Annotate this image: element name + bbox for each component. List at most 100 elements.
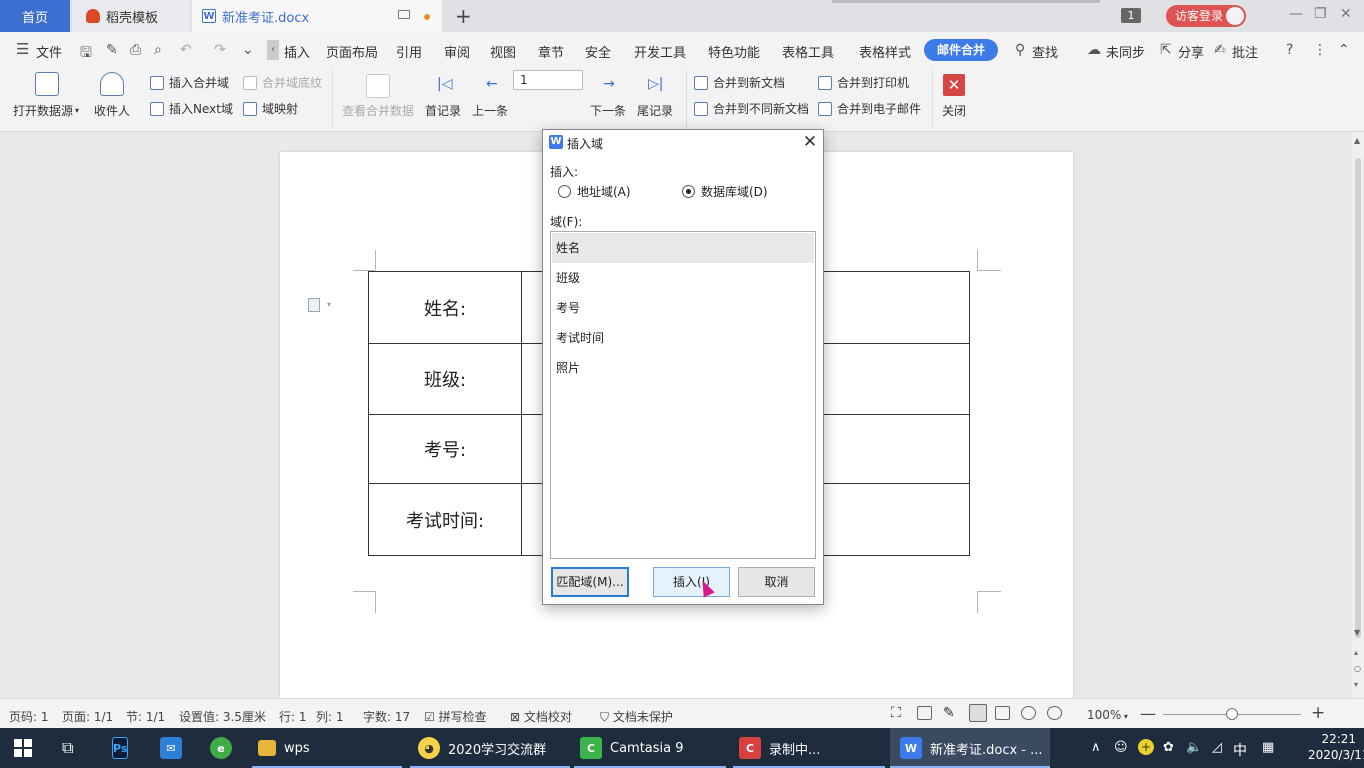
cancel-button[interactable]: 取消 <box>738 567 815 597</box>
recipients-button[interactable]: 收件人 <box>94 102 130 119</box>
scroll-left-icon[interactable]: ‹ <box>267 40 279 60</box>
next-record-button[interactable]: 下一条 <box>590 102 626 119</box>
open-data-source-icon[interactable] <box>35 72 59 96</box>
status-row[interactable]: 行: 1 <box>279 708 307 725</box>
address-field-radio[interactable]: 地址域(A) <box>558 183 631 200</box>
menu-insert[interactable]: 插入 <box>284 42 310 61</box>
zoom-level[interactable]: 100% ▾ <box>1087 708 1128 722</box>
list-item[interactable]: 照片 <box>552 353 814 383</box>
scroll-down-icon[interactable]: ▼ <box>1354 628 1360 637</box>
qq-group-taskbar-button[interactable]: ◕ 2020学习交流群 <box>410 728 570 768</box>
dialog-close-icon[interactable]: ✕ <box>800 132 820 152</box>
wps-document-taskbar-button[interactable]: W 新准考证.docx - ... <box>890 728 1050 768</box>
tab-home[interactable]: 首页 <box>0 0 70 32</box>
prev-page-icon[interactable]: ▴ <box>1354 648 1358 657</box>
undo-icon[interactable]: ↶ <box>180 42 192 58</box>
table-cell-label[interactable]: 考试时间: <box>369 484 522 555</box>
scroll-up-icon[interactable]: ▲ <box>1354 136 1360 145</box>
new-tab-icon[interactable]: + <box>455 4 472 28</box>
table-cell-label[interactable]: 班级: <box>369 344 522 414</box>
search-button[interactable]: 查找 <box>1032 42 1058 61</box>
table-cell-label[interactable]: 考号: <box>369 415 522 483</box>
menu-special[interactable]: 特色功能 <box>708 42 760 61</box>
status-section[interactable]: 节: 1/1 <box>126 708 165 725</box>
list-item[interactable]: 班级 <box>552 263 814 293</box>
share-icon[interactable]: ⇱ <box>1160 42 1172 58</box>
close-window-icon[interactable]: ✕ <box>1340 6 1352 22</box>
record-number-input[interactable]: 1 <box>513 70 583 90</box>
insert-button[interactable]: 插入(I) <box>653 567 730 597</box>
print-preview-icon[interactable]: ⌕ <box>154 42 162 58</box>
insert-merge-field-button[interactable]: 插入合并域 <box>150 74 229 91</box>
status-words[interactable]: 字数: 17 <box>363 708 410 725</box>
list-item[interactable]: 考试时间 <box>552 323 814 353</box>
print-icon[interactable]: ⎙ <box>130 42 141 58</box>
app-tray-icon[interactable]: ✿ <box>1163 740 1174 755</box>
menu-developer[interactable]: 开发工具 <box>634 42 686 61</box>
share-button[interactable]: 分享 <box>1178 42 1204 61</box>
status-col[interactable]: 列: 1 <box>316 708 344 725</box>
status-setting[interactable]: 设置值: 3.5厘米 <box>179 708 266 725</box>
first-record-button[interactable]: 首记录 <box>425 102 461 119</box>
paragraph-layout-icon[interactable] <box>308 298 320 312</box>
status-pages[interactable]: 页面: 1/1 <box>62 708 113 725</box>
last-record-icon[interactable]: ▷| <box>648 76 663 92</box>
scrollbar-thumb[interactable] <box>1355 158 1361 638</box>
tray-expand-icon[interactable]: ∧ <box>1091 740 1101 755</box>
field-mapping-button[interactable]: 域映射 <box>243 100 298 117</box>
match-fields-button[interactable]: 匹配域(M)... <box>551 567 629 597</box>
dialog-title-bar[interactable]: W 插入域 ✕ <box>543 130 823 154</box>
reading-mode-icon[interactable] <box>917 706 932 720</box>
customize-dropdown-icon[interactable]: ⌄ <box>242 42 254 58</box>
field-listbox[interactable]: 姓名 班级 考号 考试时间 照片 <box>550 231 816 559</box>
prev-record-icon[interactable]: ← <box>486 76 498 92</box>
comment-button[interactable]: 批注 <box>1232 42 1258 61</box>
input-mode-icon[interactable]: ▦ <box>1262 740 1274 755</box>
browser-taskbar-button[interactable]: e <box>210 728 240 768</box>
windows-start-icon[interactable] <box>14 739 32 757</box>
menu-mail-merge[interactable]: 邮件合并 <box>924 39 998 61</box>
menu-security[interactable]: 安全 <box>585 42 611 61</box>
status-page-number[interactable]: 页码: 1 <box>9 708 49 725</box>
protect-button[interactable]: ⛉ 文档未保护 <box>600 708 673 725</box>
close-mail-merge-icon[interactable]: ✕ <box>943 74 965 96</box>
hamburger-icon[interactable]: ☰ <box>16 40 29 58</box>
ime-indicator[interactable]: 中 <box>1233 740 1247 760</box>
menu-table-tools[interactable]: 表格工具 <box>782 42 834 61</box>
merge-field-shading-button[interactable]: 合并域底纹 <box>243 74 322 91</box>
more-icon[interactable]: ⋮ <box>1313 42 1327 58</box>
next-page-icon[interactable]: ▾ <box>1354 680 1358 689</box>
float-window-icon[interactable] <box>398 10 410 19</box>
task-view-icon[interactable]: ⧉ <box>62 738 73 758</box>
recording-taskbar-button[interactable]: C 录制中... <box>733 728 885 768</box>
next-record-icon[interactable]: → <box>603 76 615 92</box>
menu-view[interactable]: 视图 <box>490 42 516 61</box>
comment-icon[interactable]: ✍ <box>1214 42 1226 58</box>
collapse-ribbon-icon[interactable]: ⌃ <box>1338 42 1350 58</box>
recipients-icon[interactable] <box>100 72 124 96</box>
redo-icon[interactable]: ↷ <box>214 42 226 58</box>
volume-icon[interactable]: 🔈 <box>1186 740 1202 755</box>
menu-references[interactable]: 引用 <box>396 42 422 61</box>
mail-taskbar-button[interactable]: ✉ <box>160 728 190 768</box>
pen-icon[interactable]: ✎ <box>943 705 958 721</box>
prev-record-button[interactable]: 上一条 <box>472 102 508 119</box>
first-record-icon[interactable]: |◁ <box>437 76 452 92</box>
fullscreen-icon[interactable]: ⛶ <box>891 705 906 721</box>
merge-to-new-doc-button[interactable]: 合并到新文档 <box>694 74 785 91</box>
visitor-login-button[interactable]: 访客登录 <box>1166 5 1246 27</box>
menu-file[interactable]: 文件 <box>36 42 62 61</box>
save-icon[interactable]: 🖫 <box>80 42 92 66</box>
web-view-icon[interactable] <box>1021 706 1036 720</box>
security-tray-icon[interactable]: + <box>1138 739 1154 755</box>
last-record-button[interactable]: 尾记录 <box>637 102 673 119</box>
outline-view-icon[interactable] <box>995 706 1010 720</box>
sync-button[interactable]: 未同步 <box>1106 42 1145 61</box>
merge-to-different-docs-button[interactable]: 合并到不同新文档 <box>694 100 809 117</box>
proofread-button[interactable]: ⊠ 文档校对 <box>510 708 572 725</box>
menu-table-style[interactable]: 表格样式 <box>859 42 911 61</box>
search-icon[interactable]: ⚲ <box>1015 42 1025 58</box>
menu-page-layout[interactable]: 页面布局 <box>326 42 378 61</box>
vertical-scrollbar[interactable]: ▲ ▼ ▴ ○ ▾ <box>1352 132 1364 698</box>
cloud-sync-icon[interactable]: ☁ <box>1087 42 1101 58</box>
